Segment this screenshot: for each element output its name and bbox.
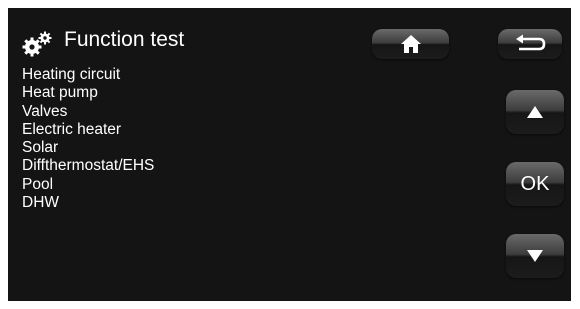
menu-item-valves[interactable]: Valves	[22, 103, 154, 121]
home-icon	[400, 35, 421, 53]
function-menu: Heating circuit Heat pump Valves Electri…	[22, 66, 154, 212]
menu-item-dhw[interactable]: DHW	[22, 194, 154, 212]
ok-button-label: OK	[520, 172, 550, 195]
header: Function test	[8, 8, 571, 70]
menu-item-heat-pump[interactable]: Heat pump	[22, 84, 154, 102]
screen: Function test Heating circuit Heat pump …	[8, 8, 571, 301]
arrow-up-icon	[527, 106, 543, 118]
menu-item-heating-circuit[interactable]: Heating circuit	[22, 66, 154, 84]
menu-item-pool[interactable]: Pool	[22, 176, 154, 194]
back-button[interactable]	[498, 29, 562, 59]
menu-item-diffthermostat-ehs[interactable]: Diffthermostat/EHS	[22, 157, 154, 175]
ok-button[interactable]: OK	[506, 162, 564, 206]
arrow-down-icon	[527, 250, 543, 262]
menu-item-electric-heater[interactable]: Electric heater	[22, 121, 154, 139]
menu-item-solar[interactable]: Solar	[22, 139, 154, 157]
scroll-up-button[interactable]	[506, 90, 564, 134]
page-title: Function test	[64, 28, 185, 51]
home-button[interactable]	[372, 29, 449, 59]
scroll-down-button[interactable]	[506, 234, 564, 278]
gears-icon	[22, 31, 52, 57]
back-arrow-icon	[516, 34, 546, 51]
